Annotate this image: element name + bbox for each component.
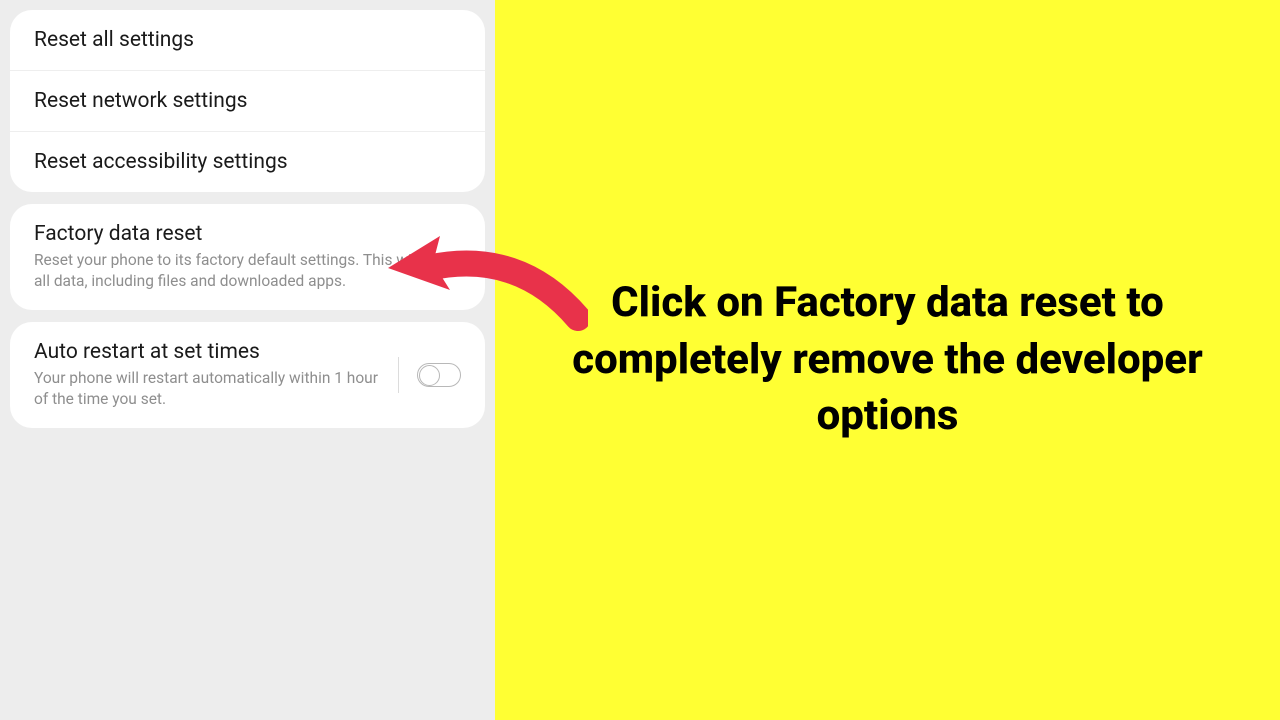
reset-accessibility-settings-item[interactable]: Reset accessibility settings <box>10 131 485 192</box>
reset-settings-group: Reset all settings Reset network setting… <box>10 10 485 192</box>
phone-settings-panel: Reset all settings Reset network setting… <box>0 0 495 720</box>
item-title: Reset accessibility settings <box>34 150 461 174</box>
reset-all-settings-item[interactable]: Reset all settings <box>10 10 485 70</box>
instruction-text: Click on Factory data reset to completel… <box>555 275 1220 445</box>
item-subtitle: Your phone will restart automatically wi… <box>34 368 384 410</box>
auto-restart-toggle[interactable] <box>417 363 461 387</box>
auto-restart-group: Auto restart at set times Your phone wil… <box>10 322 485 428</box>
factory-reset-group: Factory data reset Reset your phone to i… <box>10 204 485 310</box>
item-title: Auto restart at set times <box>34 340 384 364</box>
item-title: Reset network settings <box>34 89 461 113</box>
factory-data-reset-item[interactable]: Factory data reset Reset your phone to i… <box>10 204 485 310</box>
item-subtitle: Reset your phone to its factory default … <box>34 250 461 292</box>
item-title: Reset all settings <box>34 28 461 52</box>
vertical-divider <box>398 357 399 393</box>
instruction-panel: Click on Factory data reset to completel… <box>495 0 1280 720</box>
auto-restart-item[interactable]: Auto restart at set times Your phone wil… <box>10 322 485 428</box>
item-title: Factory data reset <box>34 222 461 246</box>
reset-network-settings-item[interactable]: Reset network settings <box>10 70 485 131</box>
